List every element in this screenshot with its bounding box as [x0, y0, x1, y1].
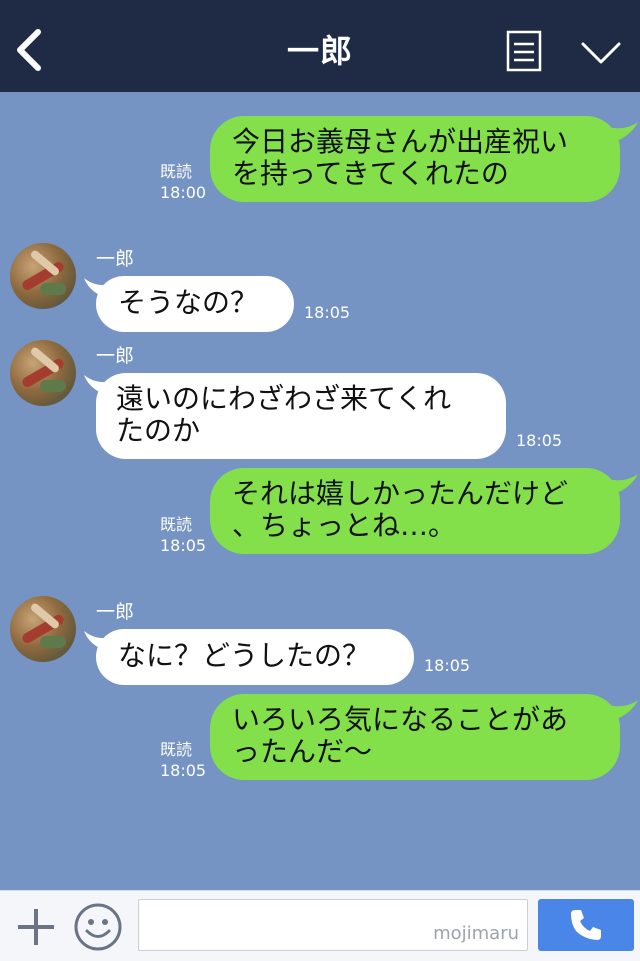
read-receipt: 既読 — [160, 740, 193, 759]
message-bubble[interactable]: それは嬉しかったんだけど 、ちょっとね…。 — [210, 468, 620, 554]
timestamp: 18:05 — [424, 656, 471, 675]
avatar[interactable] — [10, 340, 76, 406]
watermark-text: mojimaru — [433, 923, 519, 944]
message-text: いろいろ気になることがあ ったんだ〜 — [232, 703, 569, 768]
message-text: それは嬉しかったんだけど 、ちょっとね…。 — [232, 477, 569, 542]
message-bubble[interactable]: 遠いのにわざわざ来てくれ たのか — [96, 373, 506, 459]
sender-name: 一郎 — [96, 345, 135, 367]
message-bubble[interactable]: 今日お義母さんが出産祝い を持ってきてくれたの — [210, 116, 620, 202]
chat-header: 一郎 — [0, 0, 640, 92]
read-receipt: 既読 — [160, 515, 193, 534]
avatar[interactable] — [10, 596, 76, 662]
bubble-tail — [604, 700, 638, 722]
call-button[interactable] — [538, 899, 634, 951]
read-receipt: 既読 — [160, 162, 193, 181]
avatar[interactable] — [10, 243, 76, 309]
smiley-icon[interactable] — [72, 901, 124, 953]
timestamp: 18:05 — [304, 303, 351, 322]
timestamp: 18:05 — [516, 431, 563, 450]
bubble-tail — [604, 122, 638, 144]
bubble-tail — [604, 474, 638, 496]
note-icon[interactable] — [506, 30, 542, 72]
message-text: なに？どうしたの？ — [118, 639, 371, 672]
sender-name: 一郎 — [96, 248, 135, 270]
message-bubble[interactable]: なに？どうしたの？ — [96, 629, 414, 685]
message-text: 今日お義母さんが出産祝い を持ってきてくれたの — [232, 125, 569, 190]
phone-icon — [571, 910, 601, 940]
sender-name: 一郎 — [96, 601, 135, 623]
timestamp: 18:05 — [160, 761, 207, 780]
input-bar: mojimaru — [0, 890, 640, 961]
message-list[interactable]: 今日お義母さんが出産祝い を持ってきてくれたの 既読 18:00 一郎 そうなの… — [0, 92, 640, 890]
chevron-down-icon[interactable] — [580, 40, 622, 66]
message-text: そうなの？ — [118, 286, 259, 319]
plus-icon[interactable] — [14, 905, 58, 949]
message-text: 遠いのにわざわざ来てくれ たのか — [116, 382, 452, 447]
timestamp: 18:05 — [160, 536, 207, 555]
message-bubble[interactable]: そうなの？ — [96, 276, 294, 332]
chat-title: 一郎 — [286, 32, 353, 70]
message-bubble[interactable]: いろいろ気になることがあ ったんだ〜 — [210, 694, 620, 780]
message-input[interactable]: mojimaru — [138, 899, 528, 951]
timestamp: 18:00 — [160, 183, 207, 202]
